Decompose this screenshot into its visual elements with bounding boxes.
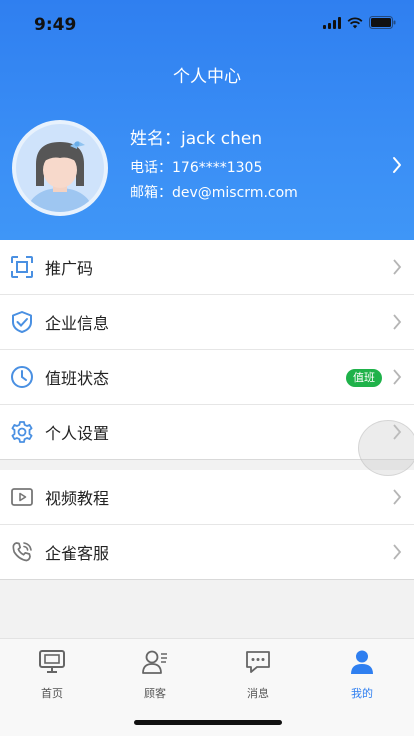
home-indicator <box>134 720 282 725</box>
video-play-icon <box>10 485 34 509</box>
menu-item-promo-code[interactable]: 推广码 <box>0 240 414 295</box>
profile-phone: 电话：176****1305 <box>130 160 263 176</box>
status-icons <box>323 16 396 29</box>
tab-customers[interactable]: 顾客 <box>103 649 207 709</box>
profile-header: 9:49 个人中心 姓名：jack chen 电话：176****1305 邮箱… <box>0 0 414 240</box>
tab-label: 我的 <box>351 687 373 700</box>
chat-icon <box>206 649 310 679</box>
tab-label: 消息 <box>247 687 269 700</box>
wifi-icon <box>347 16 363 29</box>
tab-me[interactable]: 我的 <box>310 649 414 709</box>
chevron-right-icon <box>392 488 402 510</box>
menu-item-company-info[interactable]: 企业信息 <box>0 295 414 350</box>
profile-name: 姓名：jack chen <box>130 129 263 149</box>
profile-email: 邮箱：dev@miscrm.com <box>130 185 298 201</box>
assistive-float-button[interactable] <box>358 420 414 476</box>
menu-label: 个人设置 <box>45 424 110 443</box>
menu-secondary: 视频教程 企雀客服 <box>0 470 414 580</box>
menu-item-customer-service[interactable]: 企雀客服 <box>0 525 414 580</box>
avatar[interactable] <box>12 120 108 216</box>
duty-status-badge: 值班 <box>346 369 382 387</box>
phone-icon <box>10 540 34 564</box>
profile-card[interactable]: 姓名：jack chen 电话：176****1305 邮箱：dev@miscr… <box>0 110 414 220</box>
menu-item-duty-status[interactable]: 值班状态 值班 <box>0 350 414 405</box>
gear-icon <box>10 420 34 444</box>
menu-label: 企业信息 <box>45 314 110 333</box>
shield-check-icon <box>10 310 34 334</box>
menu-label: 值班状态 <box>45 369 110 388</box>
profile-info: 姓名：jack chen 电话：176****1305 邮箱：dev@miscr… <box>130 124 298 207</box>
chevron-right-icon <box>392 258 402 280</box>
chevron-right-icon <box>392 543 402 565</box>
chevron-right-icon[interactable] <box>392 156 402 178</box>
tab-label: 顾客 <box>144 687 166 700</box>
menu-label: 视频教程 <box>45 489 110 508</box>
signal-icon <box>323 16 341 29</box>
status-time: 9:49 <box>34 15 77 35</box>
tab-messages[interactable]: 消息 <box>206 649 310 709</box>
page-title: 个人中心 <box>173 67 241 87</box>
clock-icon <box>10 365 34 389</box>
customer-icon <box>103 649 207 679</box>
battery-icon <box>369 16 396 29</box>
qr-scan-icon <box>10 255 34 279</box>
menu-label: 推广码 <box>45 259 94 278</box>
menu-label: 企雀客服 <box>45 544 110 563</box>
tab-home[interactable]: 首页 <box>0 649 104 709</box>
chevron-right-icon <box>392 313 402 335</box>
avatar-girl-icon <box>28 141 92 212</box>
menu-primary: 推广码 企业信息 值班状态 值班 个人设置 <box>0 240 414 460</box>
person-icon <box>310 649 414 679</box>
menu-item-personal-settings[interactable]: 个人设置 <box>0 405 414 460</box>
chevron-right-icon <box>392 368 402 390</box>
tab-label: 首页 <box>41 687 63 700</box>
status-bar: 9:49 <box>0 0 414 50</box>
monitor-icon <box>0 649 104 679</box>
menu-item-video-tutorial[interactable]: 视频教程 <box>0 470 414 525</box>
